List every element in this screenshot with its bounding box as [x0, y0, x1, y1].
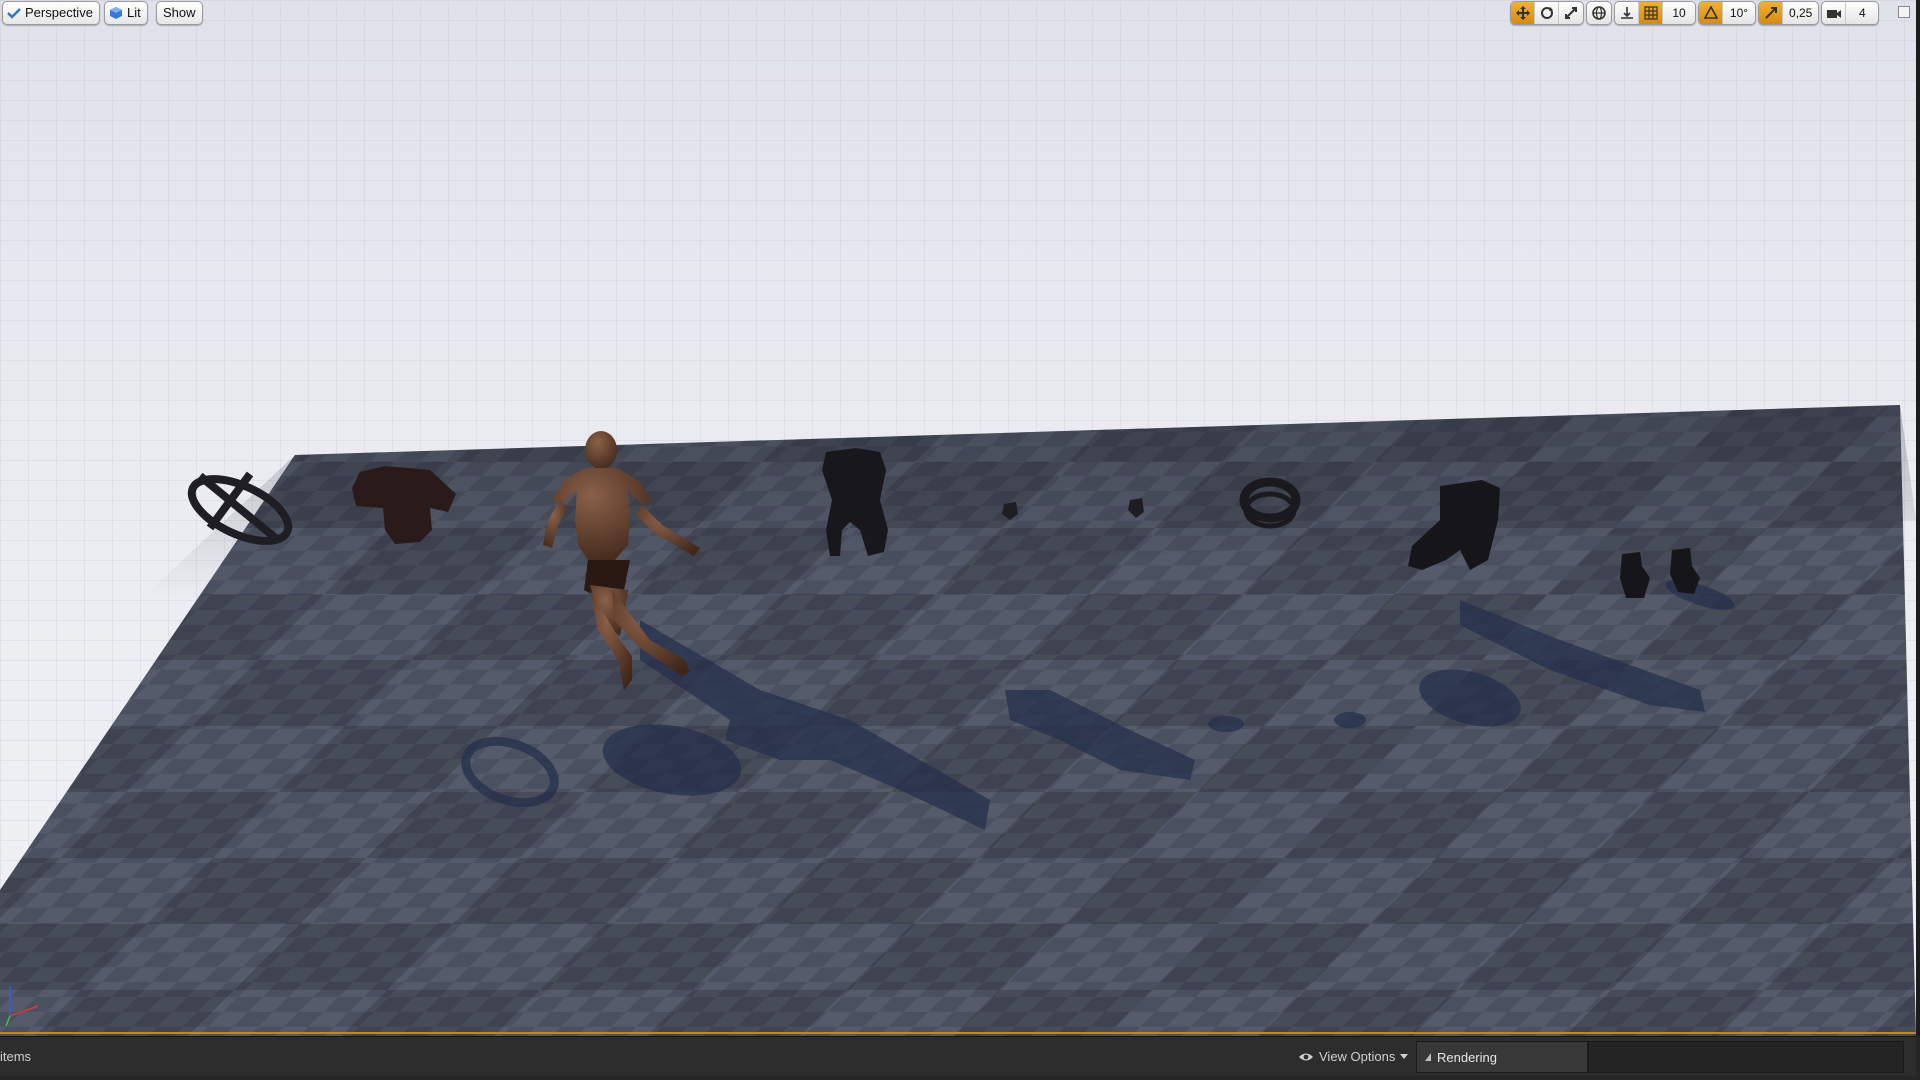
rotation-snap-group: 10°: [1698, 1, 1756, 25]
tab-rendering[interactable]: Rendering: [1416, 1041, 1588, 1073]
bottom-panel-bar: items View Options Rendering: [0, 1036, 1920, 1080]
maximize-viewport-button[interactable]: [1898, 6, 1910, 18]
coordinate-space-group: [1586, 1, 1612, 25]
show-label: Show: [163, 5, 196, 20]
grid-snap-value[interactable]: 10: [1663, 2, 1695, 24]
transform-mode-group: [1510, 1, 1584, 25]
lit-button[interactable]: Lit: [104, 1, 148, 25]
scale-snap-group: 0,25: [1758, 1, 1820, 25]
checker-floor[interactable]: [0, 405, 1916, 1036]
transform-toolbar: 10 10° 0,25 4: [1510, 1, 1880, 25]
perspective-button[interactable]: Perspective: [2, 1, 100, 25]
scale-snap-icon: [1764, 7, 1777, 19]
viewport-active-border: [0, 1032, 1916, 1034]
grid-snap-button[interactable]: [1639, 2, 1663, 24]
camera-speed-value[interactable]: 4: [1846, 2, 1878, 24]
translate-mode-button[interactable]: [1511, 2, 1535, 24]
world-space-button[interactable]: [1587, 2, 1611, 24]
chevron-check-icon: [7, 8, 21, 19]
grid-snap-group: 10: [1614, 1, 1696, 25]
eye-icon: [1299, 1053, 1313, 1060]
chevron-down-icon: [1400, 1053, 1409, 1059]
scale-snap-value[interactable]: 0,25: [1783, 2, 1818, 24]
view-options-button[interactable]: View Options: [1298, 1049, 1409, 1064]
lit-cube-icon: [110, 7, 122, 19]
move-arrows-icon: [1515, 6, 1530, 20]
surface-snap-icon: [1620, 7, 1633, 19]
rotate-icon: [1540, 7, 1553, 19]
scale-mode-button[interactable]: [1559, 2, 1583, 24]
level-viewport[interactable]: Perspective Lit Show 10 10° 0,25 4: [0, 0, 1920, 1036]
show-button[interactable]: Show: [156, 1, 203, 25]
view-options-label: View Options: [1319, 1049, 1396, 1064]
lit-label: Lit: [127, 5, 141, 20]
camera-speed-group: 4: [1821, 1, 1880, 25]
rotation-snap-value[interactable]: 10°: [1723, 2, 1755, 24]
tab-grip-icon: [1425, 1053, 1431, 1061]
surface-snap-button[interactable]: [1615, 2, 1639, 24]
scale-snap-button[interactable]: [1759, 2, 1783, 24]
grid-icon: [1643, 6, 1658, 20]
rendering-tab-label: Rendering: [1437, 1049, 1497, 1065]
items-count-label: items: [0, 1049, 32, 1064]
tab-strip-empty: [1588, 1041, 1904, 1073]
scale-icon: [1565, 7, 1577, 19]
perspective-label: Perspective: [25, 5, 93, 20]
angle-icon: [1703, 6, 1718, 19]
camera-icon: [1826, 10, 1841, 18]
scene-render[interactable]: [0, 0, 1916, 1036]
camera-speed-button[interactable]: [1822, 2, 1847, 24]
axis-gizmo-icon: [5, 986, 39, 1027]
rotate-mode-button[interactable]: [1535, 2, 1559, 24]
globe-icon: [1592, 6, 1606, 20]
rotation-snap-button[interactable]: [1699, 2, 1723, 24]
